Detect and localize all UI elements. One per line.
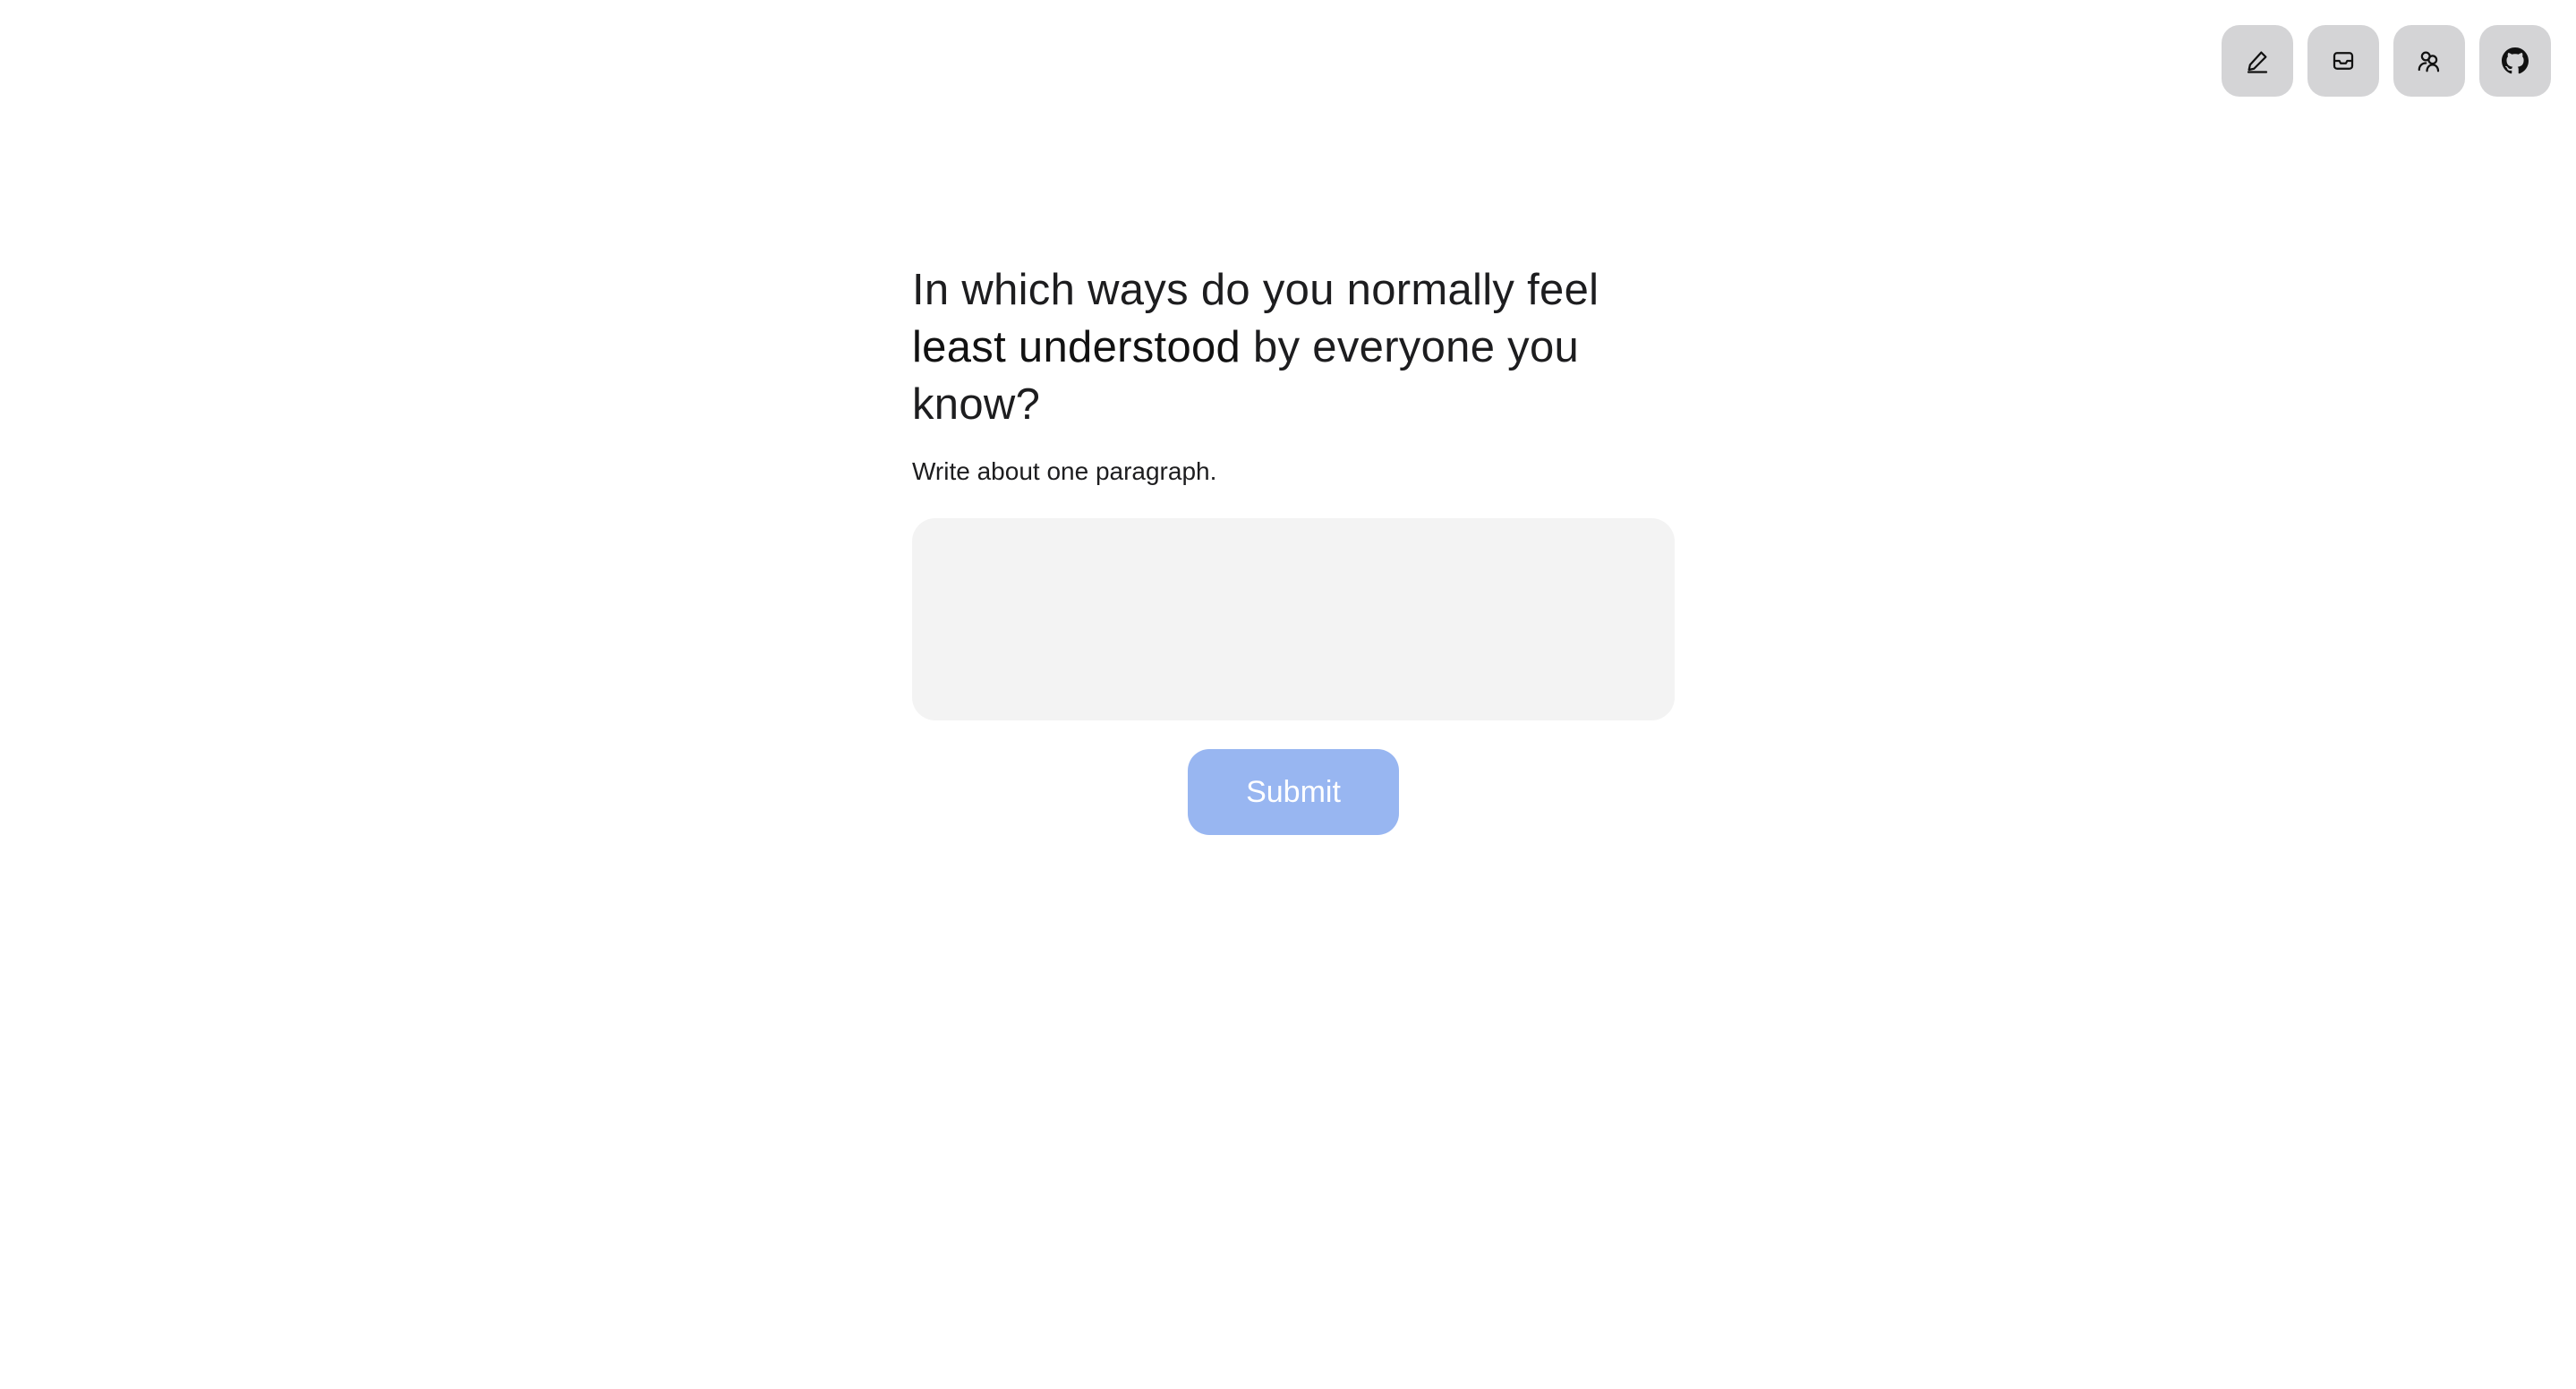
question-form: In which ways do you normally feel least… bbox=[912, 261, 1675, 835]
people-button[interactable] bbox=[2393, 25, 2465, 97]
pencil-icon bbox=[2247, 51, 2268, 73]
question-text-start: In which ways do you normally feel bbox=[912, 266, 1599, 314]
top-toolbar bbox=[2222, 25, 2551, 97]
users-icon bbox=[2418, 51, 2440, 72]
question-emphasis: least understood bbox=[912, 323, 1241, 371]
inbox-button[interactable] bbox=[2307, 25, 2379, 97]
question-hint: Write about one paragraph. bbox=[912, 457, 1217, 485]
submit-button[interactable]: Submit bbox=[1188, 749, 1399, 835]
question-heading: In which ways do you normally feel least… bbox=[912, 261, 1675, 433]
submit-row: Submit bbox=[912, 749, 1675, 835]
inbox-icon bbox=[2333, 52, 2354, 70]
write-button[interactable] bbox=[2222, 25, 2293, 97]
github-button[interactable] bbox=[2479, 25, 2551, 97]
github-icon bbox=[2502, 47, 2529, 74]
answer-textarea[interactable] bbox=[912, 518, 1675, 720]
